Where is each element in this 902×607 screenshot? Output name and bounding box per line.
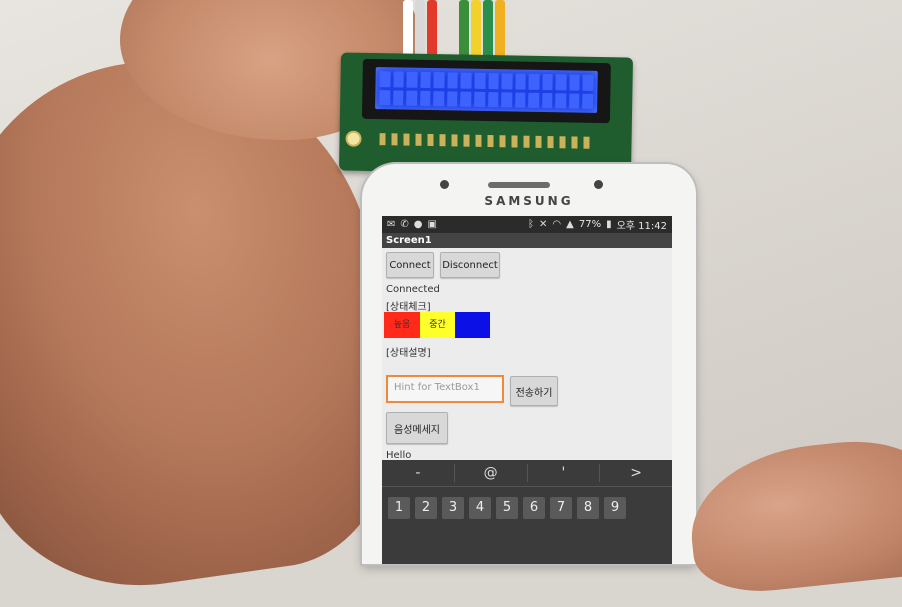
phone: SAMSUNG ✉ ✆ ● ▣ ᛒ ✕ ◠ ▲ 77% ▮ 오후 11:42 S… [362, 164, 696, 564]
lcd-char-cell [555, 74, 567, 90]
signal-icon: ▲ [566, 219, 574, 230]
lcd-char-cell [569, 74, 581, 91]
mute-icon: ✕ [539, 219, 548, 230]
connection-status: Connected [386, 284, 440, 295]
lcd-char-cell [515, 73, 526, 90]
key-2[interactable]: 2 [415, 497, 437, 519]
lcd-char-cell [379, 89, 390, 106]
status-desc-label: [상태설명] [386, 348, 431, 359]
screen-title: Screen1 [382, 233, 672, 248]
suggestion-key[interactable]: > [600, 464, 672, 482]
message-textbox[interactable]: Hint for TextBox1 [386, 375, 504, 403]
lcd-char-cell [433, 90, 445, 107]
status-check-label: [상태체크] [386, 302, 431, 313]
key-7[interactable]: 7 [550, 497, 572, 519]
lcd-screen [375, 67, 598, 113]
voice-message-button[interactable]: 음성메세지 [386, 412, 448, 444]
lcd-char-cell [514, 92, 526, 108]
lcd-char-cell [501, 91, 513, 108]
phone-front-camera [594, 180, 603, 189]
lcd-char-cell [460, 91, 472, 107]
key-3[interactable]: 3 [442, 497, 464, 519]
lcd-char-cell [460, 72, 472, 89]
lcd-char-cell [541, 92, 553, 109]
lcd-char-cell [446, 90, 458, 107]
app-body: Connect Disconnect Connected [상태체크] 높음 중… [382, 248, 672, 461]
status-bar: ✉ ✆ ● ▣ ᛒ ✕ ◠ ▲ 77% ▮ 오후 11:42 [382, 216, 672, 233]
key-5[interactable]: 5 [496, 497, 518, 519]
suggestion-key[interactable]: @ [455, 464, 528, 482]
suggestion-key[interactable]: ' [528, 464, 601, 482]
key-9[interactable]: 9 [604, 497, 626, 519]
lcd-char-cell [582, 93, 594, 109]
lcd-char-cell [555, 92, 567, 109]
lcd-char-cell [528, 73, 540, 90]
mounting-hole [345, 130, 362, 147]
indicator-mid: 중간 [420, 312, 455, 338]
message-icon: ✉ [387, 219, 396, 230]
disconnect-button[interactable]: Disconnect [440, 252, 500, 278]
lcd-bezel [361, 58, 611, 124]
battery-icon: ▮ [606, 219, 612, 230]
lcd-char-cell [406, 71, 418, 88]
key-6[interactable]: 6 [523, 497, 545, 519]
chat-icon: ● [413, 219, 423, 230]
lcd-char-cell [582, 74, 594, 91]
lcd-char-cell [392, 89, 404, 106]
key-1[interactable]: 1 [388, 497, 410, 519]
phone-sensor [440, 180, 449, 189]
lcd-char-cell [420, 71, 431, 88]
wifi-icon: ◠ [552, 219, 562, 230]
indicator-low [455, 312, 490, 338]
send-button[interactable]: 전송하기 [510, 376, 558, 406]
suggestion-key[interactable]: - [382, 464, 455, 482]
lcd-pins [379, 133, 590, 149]
indicator-high: 높음 [384, 312, 420, 338]
lcd-char-cell [393, 71, 404, 88]
connect-button[interactable]: Connect [386, 252, 434, 278]
lcd-char-cell [568, 92, 580, 109]
lcd-module [338, 52, 634, 176]
lcd-char-cell [474, 91, 485, 107]
lcd-char-cell [487, 91, 499, 108]
call-icon: ✆ [400, 219, 409, 230]
bluetooth-icon: ᛒ [528, 219, 535, 230]
clock: 오후 11:42 [616, 221, 667, 232]
sms-icon: ▣ [427, 219, 437, 230]
phone-speaker [488, 182, 550, 188]
battery-percent: 77% [578, 219, 602, 230]
suggestion-bar: - @ ' > [382, 460, 672, 487]
key-4[interactable]: 4 [469, 497, 491, 519]
lcd-char-cell [447, 72, 459, 89]
lcd-char-cell [542, 73, 554, 90]
lcd-char-cell [487, 73, 499, 89]
lcd-char-cell [419, 90, 431, 107]
lcd-char-cell [433, 72, 445, 88]
jumper-wires [395, 0, 515, 60]
lcd-char-cell [406, 90, 418, 106]
lcd-char-cell [379, 71, 391, 87]
keyboard: - @ ' > 1 2 3 4 5 6 7 8 9 [382, 460, 672, 564]
lcd-char-cell [474, 72, 486, 89]
lcd-char-cell [501, 73, 513, 89]
lcd-char-cell [528, 92, 540, 108]
phone-brand: SAMSUNG [484, 194, 574, 208]
phone-display: ✉ ✆ ● ▣ ᛒ ✕ ◠ ▲ 77% ▮ 오후 11:42 Screen1 C… [382, 216, 672, 564]
number-row: 1 2 3 4 5 6 7 8 9 [382, 487, 672, 519]
key-8[interactable]: 8 [577, 497, 599, 519]
